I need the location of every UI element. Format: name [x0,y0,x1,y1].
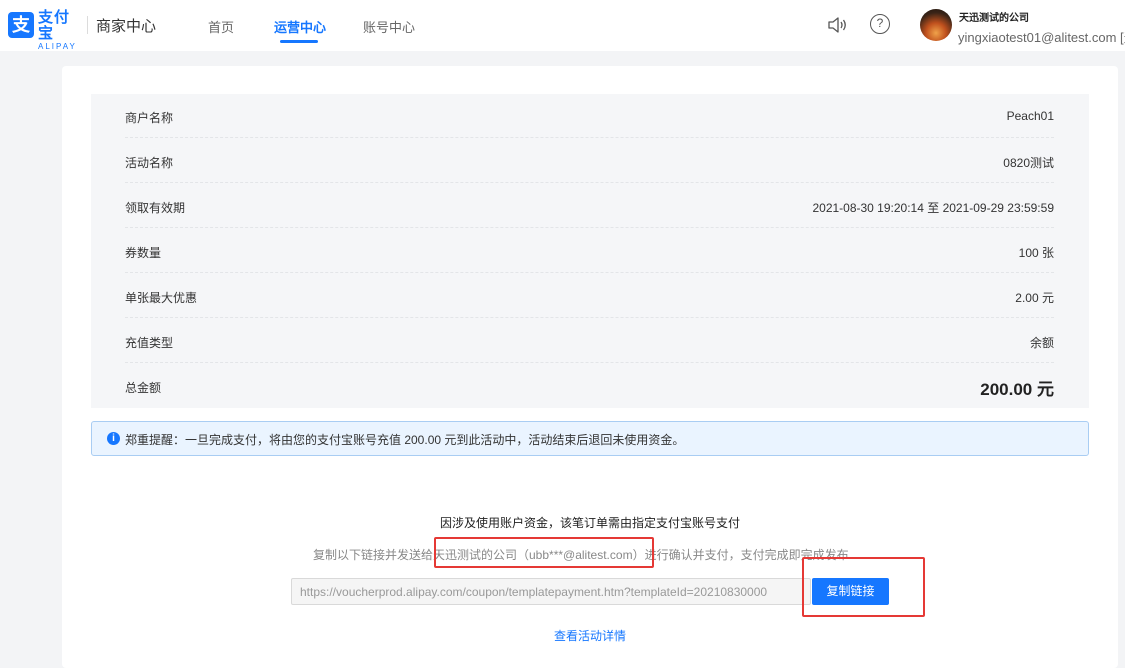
info-label: 充值类型 [125,336,174,350]
info-label: 活动名称 [125,156,174,170]
alipay-logo-icon[interactable]: 支 [8,12,34,38]
info-label: 总金额 [125,381,162,395]
info-row-total-amount: 总金额 200.00 元 [125,364,1054,408]
payment-link-input[interactable] [291,578,811,605]
avatar[interactable] [920,9,952,41]
info-row-activity-name: 活动名称 0820测试 [125,139,1054,183]
info-row-max-discount: 单张最大优惠 2.00 元 [125,274,1054,318]
alipay-logo[interactable]: 支付宝 ALIPAY [38,10,80,52]
info-icon: i [107,432,120,445]
info-value: 2021-08-30 19:20:14 至 2021-09-29 23:59:5… [812,201,1054,215]
notice-text: 郑重提醒：一旦完成支付，将由您的支付宝账号充值 200.00 元到此活动中，活动… [125,433,685,447]
info-row-validity: 领取有效期 2021-08-30 19:20:14 至 2021-09-29 2… [125,184,1054,228]
info-label: 单张最大优惠 [125,291,198,305]
brand-title: 商家中心 [96,18,157,35]
account-email: yingxiaotest01@alitest.com [天 [958,30,1125,45]
info-value: Peach01 [1006,109,1054,123]
info-row-coupon-count: 券数量 100 张 [125,229,1054,273]
nav-operations-center[interactable]: 运营中心 [274,17,326,36]
company-name: 天迅测试的公司 [959,13,1029,24]
payment-title: 因涉及使用账户资金，该笔订单需由指定支付宝账号支付 [439,516,740,530]
total-amount-value: 200.00 元 [980,380,1054,399]
info-value: 余额 [1029,336,1054,350]
header-divider [87,16,88,34]
view-activity-details-link[interactable]: 查看活动详情 [0,627,1125,644]
info-value: 0820测试 [1003,156,1054,170]
payment-description: 复制以下链接并发送给天迅测试的公司（ubb***@alitest.com）进行确… [313,548,849,562]
info-label: 券数量 [125,246,162,260]
nav-active-indicator [280,40,318,43]
nav-account-center[interactable]: 账号中心 [363,17,415,36]
info-value: 100 张 [1018,246,1054,260]
top-nav-bar: 支 支付宝 ALIPAY 商家中心 首页 运营中心 账号中心 ? 天迅测试的公司… [0,0,1125,51]
logo-cn: 支付宝 [38,9,71,42]
payment-notice: i 郑重提醒：一旦完成支付，将由您的支付宝账号充值 200.00 元到此活动中，… [91,421,1089,456]
nav-home[interactable]: 首页 [208,17,234,36]
info-label: 领取有效期 [125,201,186,215]
logo-en: ALIPAY [38,42,77,51]
info-row-recharge-type: 充值类型 余额 [125,319,1054,363]
speaker-icon[interactable] [826,14,848,36]
copy-link-button[interactable]: 复制链接 [812,578,889,605]
info-label: 商户名称 [125,111,174,125]
info-row-merchant: 商户名称 Peach01 [125,94,1054,138]
help-icon[interactable]: ? [870,14,890,34]
info-value: 2.00 元 [1015,291,1054,305]
